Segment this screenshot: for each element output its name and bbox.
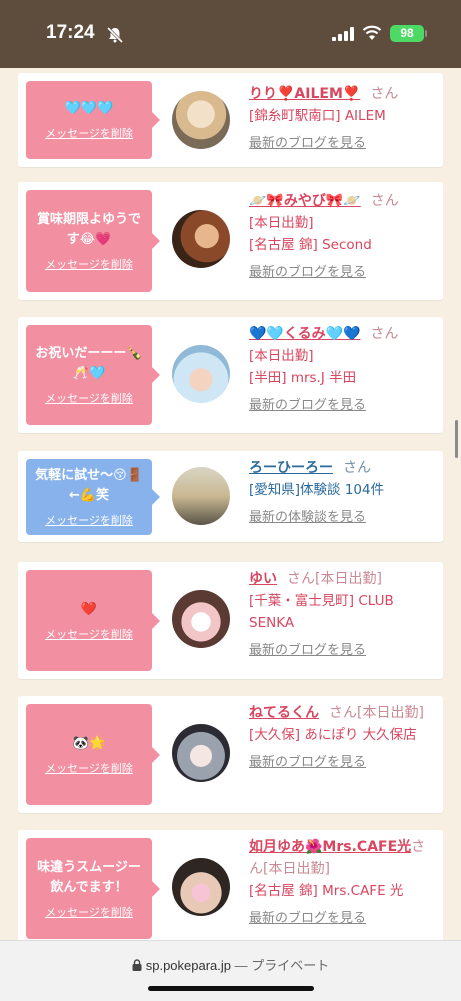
status-bar: 17:24 98 (0, 0, 461, 68)
cast-name-link[interactable]: りり❣️AILEM❣️ (249, 86, 360, 102)
cast-detail: [本日出勤] (249, 215, 314, 231)
latest-blog-link[interactable]: 最新のブログを見る (249, 752, 437, 774)
delete-message-link[interactable]: メッセージを削除 (45, 256, 133, 272)
status-time: 17:24 (46, 22, 95, 43)
delete-message-link[interactable]: メッセージを削除 (45, 390, 133, 406)
cast-info: 🪐🎀みやび🎀🪐 さん [本日出勤] [名古屋 錦] Second 最新のブログを見… (249, 190, 437, 284)
honorific: さん[本日出勤] (287, 571, 382, 587)
avatar[interactable] (172, 345, 230, 403)
honorific: さん[本日出勤] (329, 705, 424, 721)
cast-detail: [愛知県]体験談 104件 (249, 482, 385, 498)
honorific: さん (370, 86, 399, 102)
avatar[interactable] (172, 210, 230, 268)
avatar[interactable] (172, 91, 230, 149)
cast-info: りり❣️AILEM❣️ さん [錦糸町駅南口] AILEM 最新のブログを見る (249, 83, 437, 155)
signal-icon (332, 27, 354, 41)
avatar[interactable] (172, 858, 230, 916)
cast-name-link[interactable]: ろーひーろー (249, 460, 333, 476)
latest-review-link[interactable]: 最新の体験談を見る (249, 507, 437, 529)
message-bubble: 気軽に試せ〜😚🚪←💪笑 メッセージを削除 (26, 459, 160, 535)
private-mode-label: — プライベート (234, 958, 330, 973)
message-bubble: 🩵🩵🩵 メッセージを削除 (26, 81, 160, 159)
delete-message-link[interactable]: メッセージを削除 (45, 626, 133, 642)
cast-info: 💙🩵くるみ🩵💙 さん [本日出勤] [半田] mrs.J 半田 最新のブログを見る (249, 323, 437, 417)
cast-info: ろーひーろー さん [愛知県]体験談 104件 最新の体験談を見る (249, 457, 437, 529)
delete-message-link[interactable]: メッセージを削除 (45, 904, 133, 920)
cast-detail: [大久保] あにぽり 大久保店 (249, 727, 417, 743)
message-card: 味違うスムージー飲んでます！ メッセージを削除 如月ゆあ🌺Mrs.CAFE光さん… (18, 830, 443, 945)
message-bubble: ❤️ メッセージを削除 (26, 570, 160, 671)
delete-message-link[interactable]: メッセージを削除 (45, 760, 133, 776)
message-bubble: 🐼🌟 メッセージを削除 (26, 704, 160, 805)
message-text: 賞味期限よゆうです😂💗 (36, 212, 141, 247)
message-text: 味違うスムージー飲んでます！ (37, 859, 141, 895)
avatar[interactable] (172, 724, 230, 782)
message-bubble: 味違うスムージー飲んでます！ メッセージを削除 (26, 838, 160, 939)
delete-message-link[interactable]: メッセージを削除 (45, 125, 133, 141)
honorific: さん (370, 326, 399, 342)
cast-detail: [千葉・富士見町] CLUB SENKA (249, 593, 394, 631)
message-card: 🩵🩵🩵 メッセージを削除 りり❣️AILEM❣️ さん [錦糸町駅南口] AILE… (18, 73, 443, 167)
latest-blog-link[interactable]: 最新のブログを見る (249, 133, 437, 155)
lock-icon (132, 959, 142, 971)
cast-name-link[interactable]: 🪐🎀みやび🎀🪐 (249, 193, 361, 209)
cast-detail: [名古屋 錦] Second (249, 237, 372, 253)
message-bubble: 賞味期限よゆうです😂💗 メッセージを削除 (26, 190, 160, 292)
home-indicator (148, 986, 314, 991)
cast-info: ゆい さん[本日出勤] [千葉・富士見町] CLUB SENKA 最新のブログを見… (249, 568, 437, 662)
message-card: お祝いだーーー🍾🥂🩵 メッセージを削除 💙🩵くるみ🩵💙 さん [本日出勤] [半田… (18, 317, 443, 433)
avatar[interactable] (172, 467, 230, 525)
cast-name-link[interactable]: 💙🩵くるみ🩵💙 (249, 326, 360, 342)
scrollbar[interactable] (455, 420, 458, 458)
message-bubble: お祝いだーーー🍾🥂🩵 メッセージを削除 (26, 325, 160, 425)
cast-detail: [半田] mrs.J 半田 (249, 370, 357, 386)
latest-blog-link[interactable]: 最新のブログを見る (249, 395, 437, 417)
avatar[interactable] (172, 590, 230, 648)
honorific: さん (343, 460, 371, 476)
message-card: ❤️ メッセージを削除 ゆい さん[本日出勤] [千葉・富士見町] CLUB SE… (18, 562, 443, 679)
cast-detail: [名古屋 錦] Mrs.CAFE 光 (249, 883, 404, 899)
message-text: 🩵🩵🩵 (64, 101, 114, 116)
delete-message-link[interactable]: メッセージを削除 (45, 512, 133, 528)
battery-indicator: 98 (390, 25, 424, 42)
message-text: ❤️ (80, 601, 98, 617)
latest-blog-link[interactable]: 最新のブログを見る (249, 262, 437, 284)
honorific: さん (370, 193, 399, 209)
message-text: お祝いだーーー🍾🥂🩵 (35, 346, 143, 381)
message-text: 気軽に試せ〜😚🚪←💪笑 (35, 468, 143, 503)
cast-info: ねてるくん さん[本日出勤] [大久保] あにぽり 大久保店 最新のブログを見る (249, 702, 437, 774)
url-display[interactable]: sp.pokepara.jp — プライベート (0, 955, 461, 974)
cast-name-link[interactable]: ゆい (249, 571, 277, 587)
cast-detail: [本日出勤] (249, 348, 314, 364)
browser-address-bar[interactable]: sp.pokepara.jp — プライベート (0, 940, 461, 1001)
cast-name-link[interactable]: 如月ゆあ🌺Mrs.CAFE光 (249, 839, 411, 855)
message-card: 賞味期限よゆうです😂💗 メッセージを削除 🪐🎀みやび🎀🪐 さん [本日出勤] [名… (18, 182, 443, 300)
wifi-icon (362, 25, 382, 40)
cast-detail: [錦糸町駅南口] AILEM (249, 108, 386, 124)
bell-mute-icon (106, 26, 124, 44)
message-text: 🐼🌟 (72, 735, 106, 751)
message-card: 気軽に試せ〜😚🚪←💪笑 メッセージを削除 ろーひーろー さん [愛知県]体験談 1… (18, 451, 443, 542)
message-card: 🐼🌟 メッセージを削除 ねてるくん さん[本日出勤] [大久保] あにぽり 大久保… (18, 696, 443, 813)
battery-cap (425, 30, 427, 37)
cast-info: 如月ゆあ🌺Mrs.CAFE光さん[本日出勤] [名古屋 錦] Mrs.CAFE … (249, 836, 437, 930)
cast-name-link[interactable]: ねてるくん (249, 705, 319, 721)
latest-blog-link[interactable]: 最新のブログを見る (249, 640, 437, 662)
latest-blog-link[interactable]: 最新のブログを見る (249, 908, 437, 930)
url-text: sp.pokepara.jp (145, 958, 232, 973)
